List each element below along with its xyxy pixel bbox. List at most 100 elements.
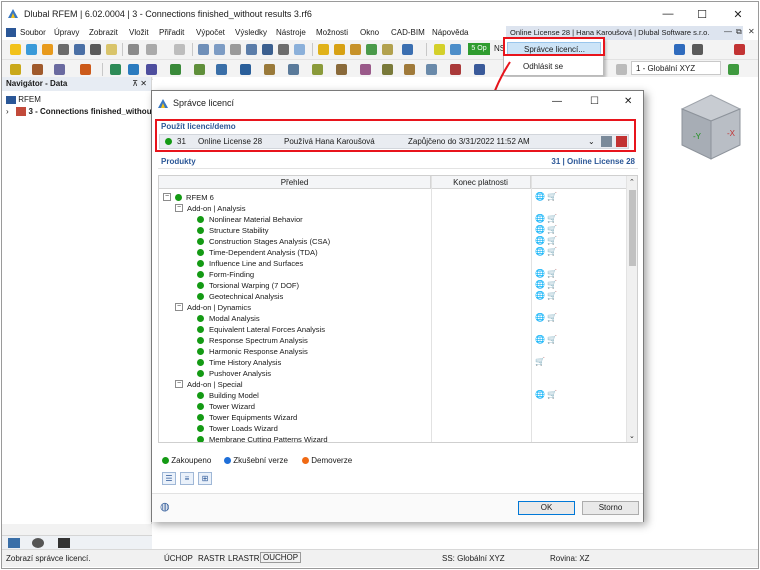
tree-item[interactable]: Influence Line and Surfaces — [159, 258, 629, 269]
support-icon[interactable] — [110, 64, 121, 75]
eye-icon[interactable] — [32, 538, 44, 548]
tree-view-icon[interactable]: ⊞ — [198, 472, 212, 485]
chevron-up-icon[interactable]: ⌃ — [629, 178, 635, 186]
surface-icon[interactable] — [80, 64, 91, 75]
undo-icon[interactable] — [128, 44, 139, 55]
column-expiry[interactable]: Konec platnosti — [431, 176, 531, 189]
web-shop-icon[interactable]: 🌐 🛒 — [535, 247, 557, 256]
mirror-icon[interactable] — [264, 64, 275, 75]
maximize-button[interactable]: ☐ — [688, 6, 716, 22]
save-all-icon[interactable] — [58, 44, 69, 55]
save-icon[interactable] — [74, 44, 85, 55]
delete-view-icon[interactable] — [734, 44, 745, 55]
expand-all-icon[interactable]: ☰ — [162, 472, 176, 485]
mdi-close-button[interactable]: ✕ — [748, 27, 755, 36]
tree-item[interactable]: Construction Stages Analysis (CSA) 🌐 🛒 — [159, 236, 629, 247]
display-icon[interactable] — [294, 44, 305, 55]
close-button[interactable]: ✕ — [724, 6, 752, 22]
section-icon[interactable] — [146, 64, 157, 75]
web-shop-icon[interactable]: 🌐 🛒 — [535, 225, 557, 234]
dimension-icon[interactable] — [404, 64, 415, 75]
collapse-icon[interactable]: − — [175, 380, 183, 388]
tree-item[interactable]: Building Model 🌐 🛒 — [159, 390, 629, 401]
tree-item[interactable]: Harmonic Response Analysis — [159, 346, 629, 357]
grid-icon[interactable] — [262, 44, 273, 55]
ok-button[interactable]: OK — [518, 501, 575, 515]
collapse-icon[interactable]: − — [175, 303, 183, 311]
filter-icon[interactable] — [382, 44, 393, 55]
menu-vypocet[interactable]: Výpočet — [196, 28, 225, 37]
solid-icon[interactable] — [170, 64, 181, 75]
node-icon[interactable] — [10, 64, 21, 75]
divide-icon[interactable] — [312, 64, 323, 75]
status-lgrid-toggle[interactable]: LRASTR — [228, 554, 260, 563]
view-icon[interactable] — [246, 44, 257, 55]
status-grid-toggle[interactable]: RASTR — [198, 554, 225, 563]
dialog-minimize-button[interactable]: — — [552, 96, 562, 107]
tree-group[interactable]: − Add-on | Special — [159, 379, 629, 390]
redo-icon[interactable] — [146, 44, 157, 55]
menu-soubor[interactable]: Soubor — [20, 28, 46, 37]
web-shop-icon[interactable]: 🌐 🛒 — [535, 280, 557, 289]
menu-priradit[interactable]: Přiřadit — [159, 28, 184, 37]
web-shop-icon[interactable]: 🌐 🛒 — [535, 214, 557, 223]
panel-icon[interactable] — [214, 44, 225, 55]
products-tree[interactable]: Přehled Konec platnosti − RFEM 6 🌐 🛒 − Add-o… — [158, 175, 638, 443]
nav-model[interactable]: › 3 - Connections finished_without — [6, 107, 154, 117]
globe-icon[interactable]: ◍ — [160, 500, 170, 513]
tree-item[interactable]: Time History Analysis 🛒 — [159, 357, 629, 368]
collapse-all-icon[interactable]: ≡ — [180, 472, 194, 485]
zoom-icon[interactable] — [174, 44, 185, 55]
new-icon[interactable] — [10, 44, 21, 55]
web-shop-icon[interactable]: 🌐 🛒 — [535, 236, 557, 245]
table-icon[interactable] — [198, 44, 209, 55]
navigator-pin-close[interactable]: ⊼ ✕ — [132, 79, 147, 88]
print-icon[interactable] — [90, 44, 101, 55]
menu-napoveda[interactable]: Nápověda — [432, 28, 468, 37]
web-shop-icon[interactable]: 🌐 🛒 — [535, 313, 557, 322]
load-case-icon[interactable] — [434, 44, 445, 55]
view-cube-icon[interactable]: -Y -X — [678, 91, 744, 163]
license-select[interactable]: 31 Online License 28 Používá Hana Karouš… — [159, 134, 629, 149]
tree-item[interactable]: Modal Analysis 🌐 🛒 — [159, 313, 629, 324]
app-menu-icon[interactable] — [6, 28, 16, 37]
collapse-icon[interactable]: − — [175, 204, 183, 212]
tree-item[interactable]: Membrane Cutting Patterns Wizard — [159, 434, 629, 442]
menu-vlozit[interactable]: Vložit — [129, 28, 149, 37]
remove-icon[interactable] — [450, 64, 461, 75]
open-folder-icon[interactable] — [42, 44, 53, 55]
combination-icon[interactable] — [450, 44, 461, 55]
mdi-restore-button[interactable]: ⧉ — [736, 27, 742, 37]
web-shop-icon[interactable]: 🌐 🛒 — [535, 335, 557, 344]
report-icon[interactable] — [106, 44, 117, 55]
move-icon[interactable] — [216, 64, 227, 75]
tree-product[interactable]: − RFEM 6 🌐 🛒 — [159, 192, 629, 203]
tree-item[interactable]: Tower Loads Wizard — [159, 423, 629, 434]
table-view-icon[interactable] — [601, 136, 612, 147]
data-tab-icon[interactable] — [8, 538, 20, 548]
check-icon[interactable] — [366, 44, 377, 55]
chevron-down-icon[interactable]: ⌄ — [629, 432, 635, 440]
model-icon[interactable] — [402, 44, 413, 55]
tree-item[interactable]: Geotechnical Analysis 🌐 🛒 — [159, 291, 629, 302]
tree-scrollbar[interactable]: ⌃ ⌄ — [626, 176, 637, 442]
measure-icon[interactable] — [360, 64, 371, 75]
menu-vysledky[interactable]: Výsledky — [235, 28, 267, 37]
navigator-scrollbar[interactable] — [2, 524, 152, 535]
mdi-minimize-button[interactable]: — — [724, 27, 732, 36]
hinge-icon[interactable] — [128, 64, 139, 75]
tree-item[interactable]: Nonlinear Material Behavior 🌐 🛒 — [159, 214, 629, 225]
tree-group[interactable]: − Add-on | Analysis — [159, 203, 629, 214]
tree-item[interactable]: Form-Finding 🌐 🛒 — [159, 269, 629, 280]
open-icon[interactable] — [26, 44, 37, 55]
collapse-icon[interactable]: − — [163, 193, 171, 201]
logout-menu-item[interactable]: Odhlásit se — [507, 60, 601, 74]
tree-item[interactable]: Tower Equipments Wizard — [159, 412, 629, 423]
load-combo-badge[interactable]: 5 Op — [468, 43, 490, 55]
column-overview[interactable]: Přehled — [159, 176, 431, 189]
calculate-icon[interactable] — [318, 44, 329, 55]
menu-upravy[interactable]: Úpravy — [54, 28, 79, 37]
loads-icon[interactable] — [350, 44, 361, 55]
web-shop-icon[interactable]: 🛒 — [535, 357, 545, 366]
results-icon[interactable] — [334, 44, 345, 55]
